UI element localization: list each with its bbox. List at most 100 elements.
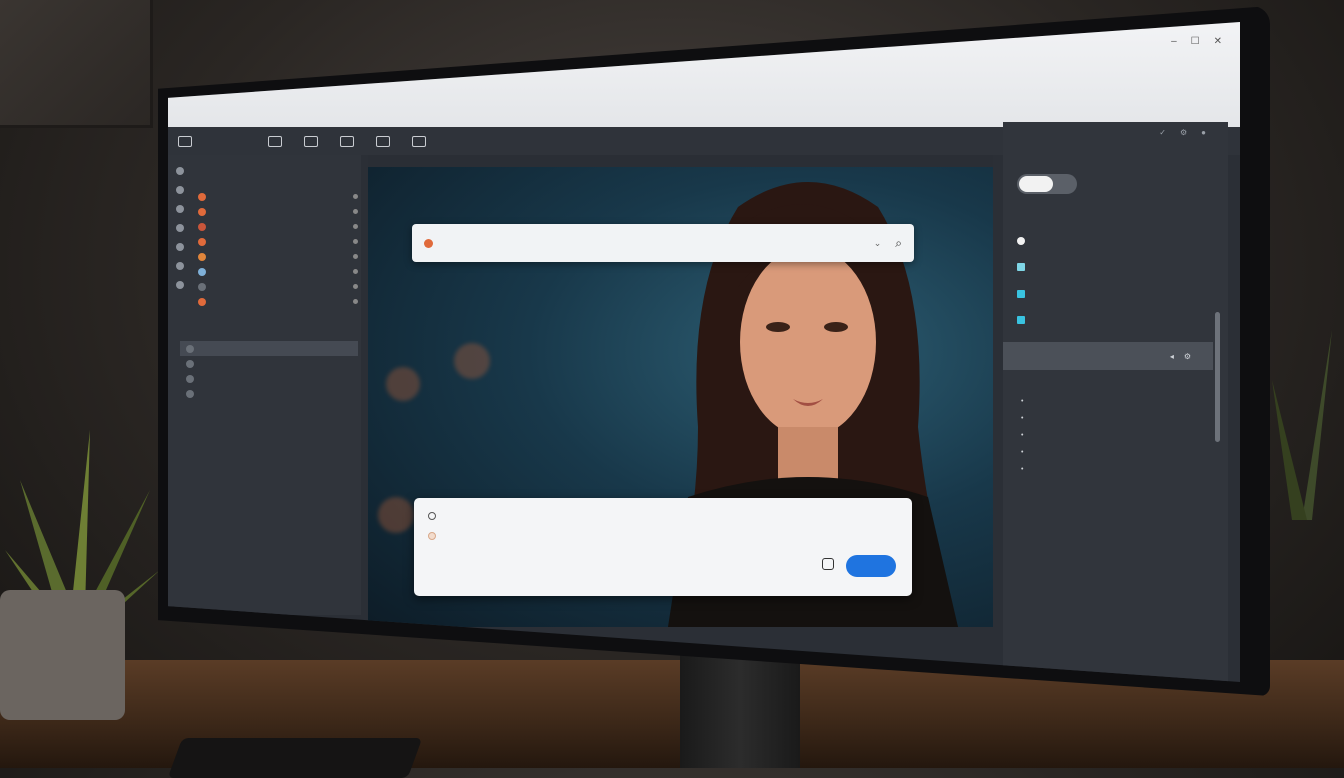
layer-row[interactable]: [1017, 230, 1207, 252]
crop-icon: [340, 135, 354, 147]
right-panel: ✓ ⚙ ● ◂⚙: [1003, 122, 1228, 682]
bokeh-light: [454, 343, 490, 379]
attach-icon[interactable]: [822, 558, 834, 570]
chat-icon[interactable]: [176, 205, 184, 213]
status-dot: [353, 224, 358, 229]
check-icon[interactable]: ✓: [1159, 128, 1166, 137]
frame-icon: [268, 135, 282, 147]
thread-icon: [186, 359, 194, 368]
avatar: [198, 222, 206, 231]
search-input[interactable]: [443, 237, 874, 249]
close-button[interactable]: ✕: [1214, 36, 1222, 47]
wall-picture-frame: [0, 0, 153, 128]
bullet-item: [1021, 432, 1211, 449]
chat-message: [428, 512, 444, 520]
bullet-item: [1021, 449, 1211, 466]
avatar: [198, 267, 206, 276]
layer-row[interactable]: [1017, 309, 1207, 331]
sidebar-rail: [176, 167, 190, 289]
bullet-item: [1021, 466, 1211, 483]
toolbar-item[interactable]: [268, 135, 286, 147]
color-swatch: [1017, 290, 1025, 298]
potted-plant-right: [1272, 330, 1332, 520]
status-dot: [353, 299, 358, 304]
layer-icon: [304, 135, 318, 147]
bokeh-light: [378, 497, 414, 533]
status-dot: [353, 269, 358, 274]
sidebar-contact[interactable]: [198, 204, 358, 219]
toolbar-item[interactable]: [376, 135, 394, 147]
settings-icon[interactable]: ⚙: [1180, 128, 1187, 137]
sidebar-thread[interactable]: [180, 386, 358, 401]
toolbar-item[interactable]: [340, 135, 358, 147]
panel-toggle[interactable]: [1017, 174, 1077, 194]
sidebar-contact[interactable]: [198, 249, 358, 264]
minimize-button[interactable]: –: [1171, 36, 1177, 47]
avatar: [198, 252, 206, 261]
section-header[interactable]: ◂⚙: [1003, 342, 1213, 370]
toolbar-item[interactable]: [412, 135, 430, 147]
status-dot: [353, 209, 358, 214]
search-icon[interactable]: [176, 186, 184, 194]
window-controls: – ☐ ✕: [1171, 36, 1222, 47]
layer-row[interactable]: [1017, 256, 1207, 278]
avatar: [198, 207, 206, 216]
status-dot: [353, 254, 358, 259]
search-bar[interactable]: ⌄ ⌕: [412, 224, 914, 262]
sidebar-thread[interactable]: [180, 371, 358, 386]
thread-icon: [186, 389, 194, 398]
status-dot: [353, 284, 358, 289]
chat-suggestion[interactable]: [428, 532, 444, 540]
thread-icon: [186, 374, 194, 383]
avatar: [198, 237, 206, 246]
search-icon[interactable]: ⌕: [895, 236, 902, 251]
maximize-button[interactable]: ☐: [1191, 36, 1200, 47]
color-swatch: [1017, 263, 1025, 271]
bullet-item: [1021, 415, 1211, 432]
sidebar-contact[interactable]: [198, 234, 358, 249]
avatar: [198, 192, 206, 201]
potted-plant-left: [0, 430, 160, 720]
send-button[interactable]: [846, 555, 896, 577]
sidebar-contact[interactable]: [198, 279, 358, 294]
monitor-screen: – ☐ ✕ ⌄ ⌕ ✓ ⚙ ● ◂⚙ • • • • •: [168, 22, 1240, 682]
contact-list: [198, 189, 358, 309]
panel-scrollbar[interactable]: [1215, 312, 1220, 442]
sidebar-thread[interactable]: [180, 341, 358, 356]
avatar: [198, 282, 206, 291]
browser-title-bar: – ☐ ✕: [168, 22, 1240, 127]
location-pin-icon: [424, 238, 433, 248]
color-swatch: [1017, 316, 1025, 324]
layer-row[interactable]: [1017, 283, 1207, 305]
text-icon: [376, 135, 390, 147]
status-dot: [353, 239, 358, 244]
home-icon[interactable]: [176, 167, 184, 175]
star-icon[interactable]: [176, 243, 184, 251]
toolbar-item[interactable]: [178, 135, 196, 147]
sidebar-contact[interactable]: [198, 219, 358, 234]
left-sidebar: [168, 155, 361, 615]
sidebar-thread[interactable]: [180, 356, 358, 371]
monitor-stand: [680, 650, 800, 768]
sidebar-contact[interactable]: [198, 264, 358, 279]
settings-icon[interactable]: [176, 281, 184, 289]
section-action-icons[interactable]: ◂⚙: [1170, 352, 1201, 361]
color-swatch: [1017, 237, 1025, 245]
user-icon[interactable]: ●: [1201, 128, 1206, 137]
keyboard: [167, 738, 423, 778]
sidebar-contact[interactable]: [198, 189, 358, 204]
toggle-knob: [1019, 176, 1053, 192]
bullet-list: [1021, 398, 1211, 483]
folder-icon[interactable]: [176, 224, 184, 232]
sidebar-contact[interactable]: [198, 294, 358, 309]
export-icon: [412, 135, 426, 147]
bell-icon[interactable]: [176, 262, 184, 270]
suggestion-icon: [428, 532, 436, 540]
avatar: [198, 297, 206, 306]
bokeh-light: [386, 367, 420, 401]
assistant-icon: [428, 512, 436, 520]
thread-list: [180, 341, 358, 401]
toolbar-item[interactable]: [304, 135, 322, 147]
chat-composer: [414, 498, 912, 596]
chevron-down-icon[interactable]: ⌄: [874, 238, 882, 249]
